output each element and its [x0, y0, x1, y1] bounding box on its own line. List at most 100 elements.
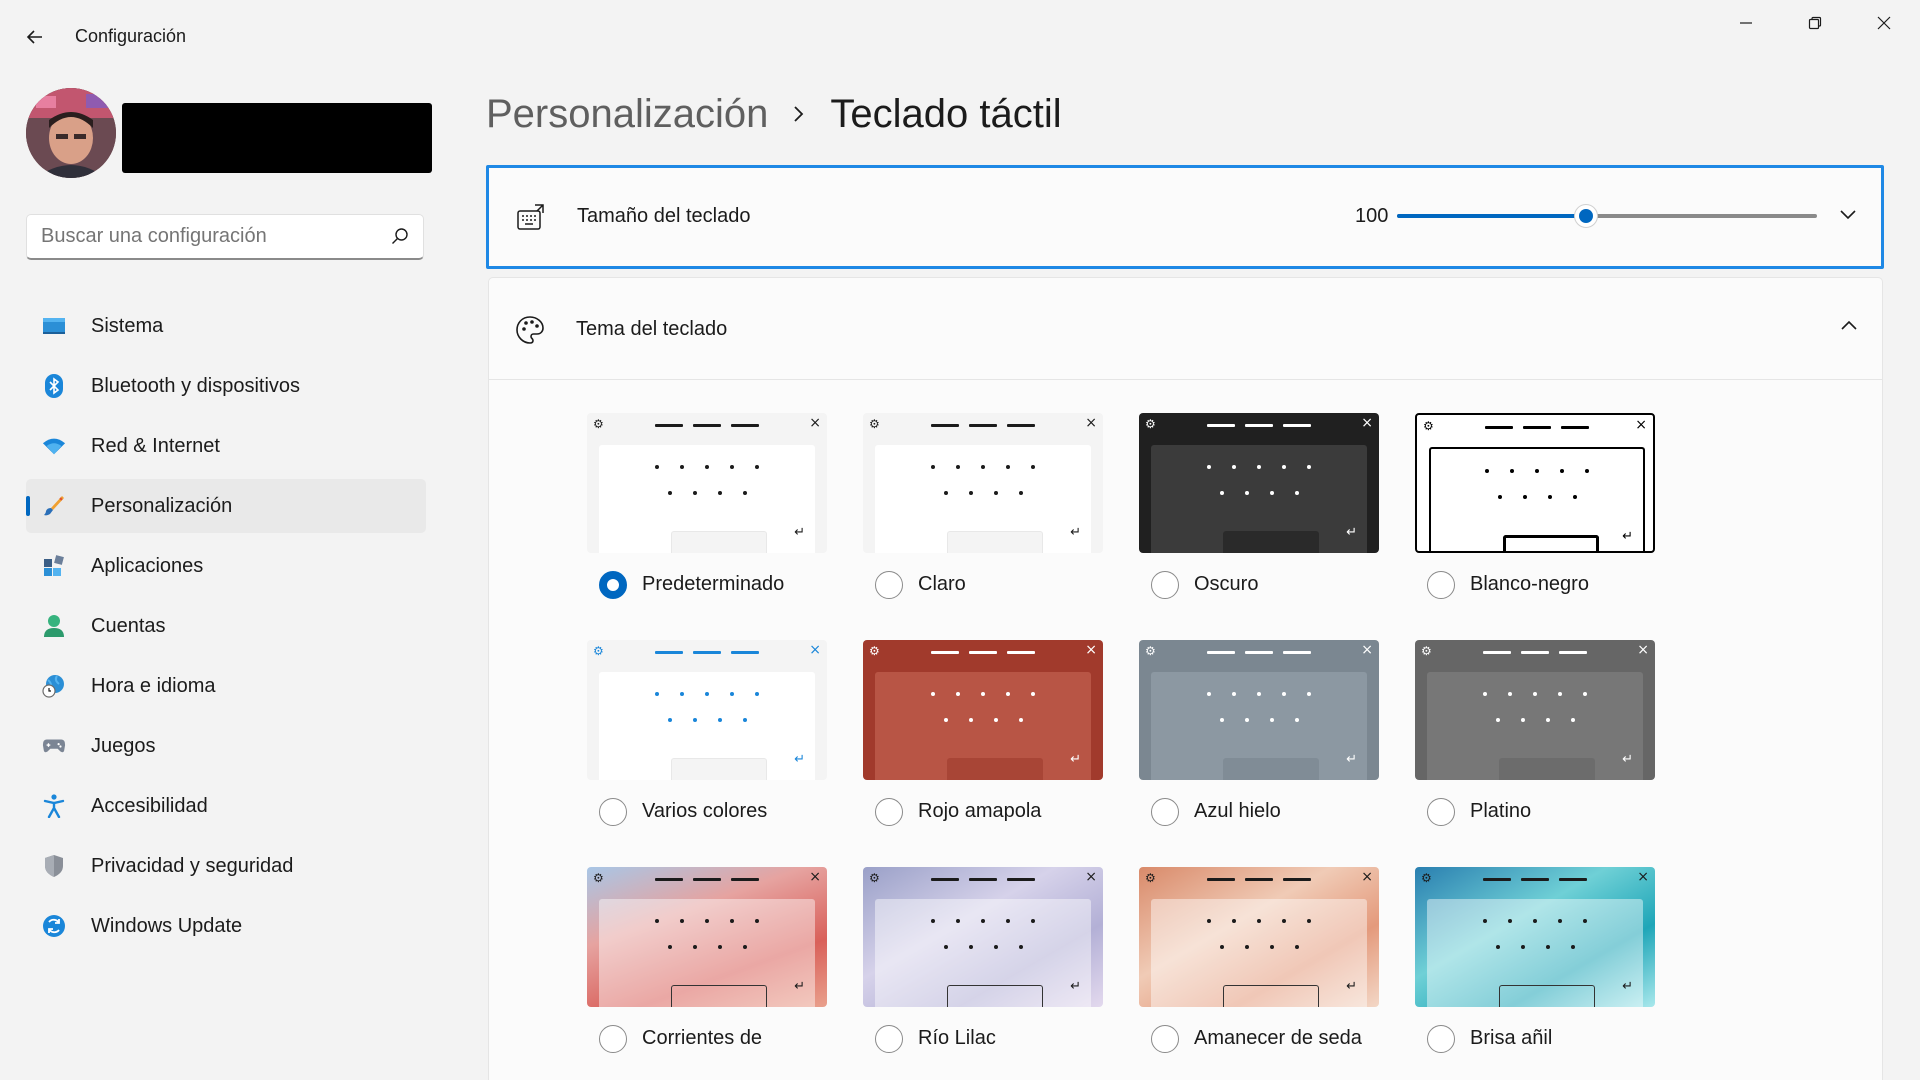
sidebar-item-label: Accesibilidad	[91, 794, 208, 817]
sidebar-item-aplicaciones[interactable]: Aplicaciones	[26, 539, 426, 593]
keyboard-size-slider[interactable]	[1397, 204, 1817, 228]
sidebar-item-label: Privacidad y seguridad	[91, 854, 294, 877]
chevron-down-icon[interactable]	[1839, 208, 1857, 220]
theme-preview[interactable]: ⚙ × ↵	[1415, 640, 1655, 780]
sidebar-item-label: Sistema	[91, 314, 164, 337]
theme-option[interactable]: ⚙ × ↵ Oscuro	[1139, 413, 1379, 603]
theme-option[interactable]: ⚙ × ↵ Corrientes de	[587, 867, 827, 1057]
avatar[interactable]	[26, 88, 116, 178]
theme-dashes	[931, 651, 1035, 654]
theme-radio-row[interactable]: Rojo amapola	[863, 794, 1103, 830]
sidebar-item-juegos[interactable]: Juegos	[26, 719, 426, 773]
theme-preview[interactable]: ⚙ × ↵	[587, 867, 827, 1007]
theme-option[interactable]: ⚙ × ↵ Río Lilac	[863, 867, 1103, 1057]
keyboard-theme-header[interactable]: Tema del teclado	[489, 278, 1882, 380]
theme-preview[interactable]: ⚙ × ↵	[587, 413, 827, 553]
theme-preview[interactable]: ⚙ × ↵	[1139, 640, 1379, 780]
theme-spacebar	[947, 531, 1043, 553]
theme-preview[interactable]: ⚙ × ↵	[1415, 867, 1655, 1007]
theme-radio[interactable]	[875, 571, 903, 599]
gear-icon: ⚙	[593, 417, 604, 431]
sidebar-item-accesibilidad[interactable]: Accesibilidad	[26, 779, 426, 833]
close-icon	[1877, 16, 1891, 30]
theme-radio[interactable]	[1427, 571, 1455, 599]
theme-dots	[1151, 718, 1367, 722]
theme-radio[interactable]	[1151, 798, 1179, 826]
enter-icon: ↵	[1622, 752, 1633, 767]
theme-radio[interactable]	[1427, 1025, 1455, 1053]
theme-radio[interactable]	[599, 571, 627, 599]
maximize-button[interactable]	[1795, 8, 1835, 38]
theme-option[interactable]: ⚙ × ↵ Varios colores	[587, 640, 827, 830]
theme-option[interactable]: ⚙ × ↵ Claro	[863, 413, 1103, 603]
theme-preview[interactable]: ⚙ × ↵	[863, 867, 1103, 1007]
sidebar-item-red[interactable]: Red & Internet	[26, 419, 426, 473]
theme-radio-row[interactable]: Amanecer de seda	[1139, 1021, 1379, 1057]
theme-panel: ↵	[875, 445, 1091, 553]
sidebar-item-privacidad[interactable]: Privacidad y seguridad	[26, 839, 426, 893]
keyboard-size-card[interactable]: Tamaño del teclado 100	[486, 165, 1884, 269]
sidebar-item-sistema[interactable]: Sistema	[26, 299, 426, 353]
theme-radio-row[interactable]: Blanco-negro	[1415, 567, 1655, 603]
theme-option[interactable]: ⚙ × ↵ Azul hielo	[1139, 640, 1379, 830]
theme-option[interactable]: ⚙ × ↵ Platino	[1415, 640, 1655, 830]
minimize-button[interactable]	[1726, 8, 1766, 38]
theme-preview[interactable]: ⚙ × ↵	[1415, 413, 1655, 553]
theme-radio-row[interactable]: Predeterminado	[587, 567, 827, 603]
sidebar-item-personalizacion[interactable]: Personalización	[26, 479, 426, 533]
theme-radio-row[interactable]: Río Lilac	[863, 1021, 1103, 1057]
back-button[interactable]	[20, 22, 50, 52]
theme-radio[interactable]	[1151, 571, 1179, 599]
theme-radio-row[interactable]: Azul hielo	[1139, 794, 1379, 830]
theme-option[interactable]: ⚙ × ↵ Amanecer de seda	[1139, 867, 1379, 1057]
theme-preview[interactable]: ⚙ × ↵	[863, 413, 1103, 553]
search-input[interactable]	[41, 215, 371, 257]
theme-spacebar	[1223, 985, 1319, 1007]
theme-radio-row[interactable]: Oscuro	[1139, 567, 1379, 603]
sidebar-item-cuentas[interactable]: Cuentas	[26, 599, 426, 653]
chevron-up-icon[interactable]	[1840, 320, 1858, 332]
keyboard-size-label: Tamaño del teclado	[577, 205, 751, 227]
gear-icon: ⚙	[869, 644, 880, 658]
theme-radio-row[interactable]: Varios colores	[587, 794, 827, 830]
sidebar-item-windows-update[interactable]: Windows Update	[26, 899, 426, 953]
theme-option[interactable]: ⚙ × ↵ Predeterminado	[587, 413, 827, 603]
theme-option[interactable]: ⚙ × ↵ Brisa añil	[1415, 867, 1655, 1057]
theme-option[interactable]: ⚙ × ↵ Blanco-negro	[1415, 413, 1655, 603]
theme-dashes	[655, 424, 759, 427]
theme-preview[interactable]: ⚙ × ↵	[1139, 413, 1379, 553]
breadcrumb-parent[interactable]: Personalización	[486, 92, 768, 137]
theme-radio[interactable]	[1151, 1025, 1179, 1053]
theme-radio-row[interactable]: Platino	[1415, 794, 1655, 830]
theme-preview[interactable]: ⚙ × ↵	[863, 640, 1103, 780]
theme-dots	[1427, 919, 1643, 923]
theme-preview[interactable]: ⚙ × ↵	[587, 640, 827, 780]
theme-spacebar	[1499, 758, 1595, 780]
breadcrumb: Personalización Teclado táctil	[486, 86, 1062, 142]
theme-option[interactable]: ⚙ × ↵ Rojo amapola	[863, 640, 1103, 830]
theme-label: Corrientes de	[642, 1027, 763, 1049]
search-box[interactable]	[26, 214, 424, 260]
sidebar-item-label: Windows Update	[91, 914, 243, 937]
close-button[interactable]	[1864, 8, 1904, 38]
theme-radio-row[interactable]: Corrientes de	[587, 1021, 827, 1057]
sidebar-item-hora[interactable]: Hora e idioma	[26, 659, 426, 713]
search-icon[interactable]	[391, 227, 409, 245]
close-icon: ×	[1637, 869, 1649, 885]
keyboard-theme-label: Tema del teclado	[576, 318, 728, 340]
enter-icon: ↵	[1070, 979, 1081, 994]
gear-icon: ⚙	[1145, 417, 1156, 431]
theme-radio[interactable]	[599, 798, 627, 826]
theme-radio[interactable]	[875, 1025, 903, 1053]
theme-radio[interactable]	[599, 1025, 627, 1053]
gamepad-icon	[42, 734, 66, 758]
slider-thumb[interactable]	[1574, 204, 1598, 228]
theme-preview[interactable]: ⚙ × ↵	[1139, 867, 1379, 1007]
theme-radio[interactable]	[875, 798, 903, 826]
minimize-icon	[1740, 22, 1752, 24]
sidebar-item-bluetooth[interactable]: Bluetooth y dispositivos	[26, 359, 426, 413]
theme-radio[interactable]	[1427, 798, 1455, 826]
enter-icon: ↵	[1070, 525, 1081, 540]
theme-radio-row[interactable]: Brisa añil	[1415, 1021, 1655, 1057]
theme-radio-row[interactable]: Claro	[863, 567, 1103, 603]
